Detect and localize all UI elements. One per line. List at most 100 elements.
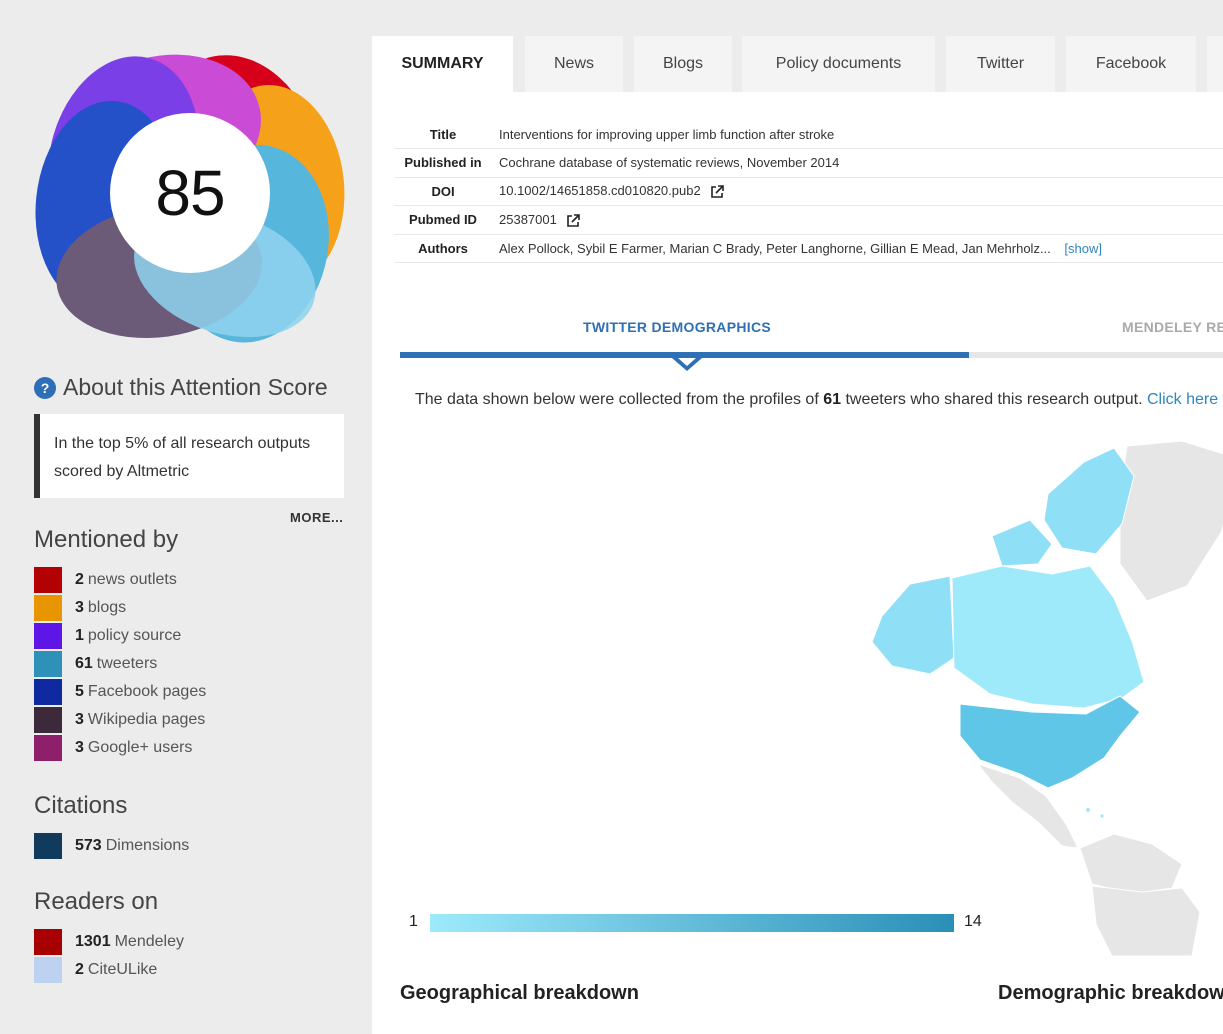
title-label: Title [394, 120, 492, 149]
tab-blogs[interactable]: Blogs [634, 36, 732, 92]
scale-min-label: 1 [409, 913, 418, 930]
show-authors-link[interactable]: [show] [1064, 241, 1102, 256]
count-value: 1301 [75, 933, 111, 950]
readers-list: 1301 Mendeley 2 CiteULike [34, 928, 184, 984]
mentioned-by-heading: Mentioned by [34, 526, 179, 553]
mention-item[interactable]: 5 Facebook pages [34, 678, 206, 706]
color-swatch [34, 679, 62, 705]
description-lead: The data shown below were collected from… [415, 391, 824, 408]
detail-row-pubmed: Pubmed ID 25387001 [394, 205, 1223, 235]
count-value: 3 [75, 739, 84, 756]
doi-link[interactable]: 10.1002/14651858.cd010820.pub2 [499, 183, 701, 198]
color-swatch [34, 623, 62, 649]
tab-twitter[interactable]: Twitter [946, 36, 1055, 92]
item-label: Wikipedia pages [87, 711, 206, 728]
description-rest: tweeters who shared this research output… [841, 391, 1147, 408]
color-swatch [34, 957, 62, 983]
tab-twitter-demographics[interactable]: TWITTER DEMOGRAPHICS [583, 319, 771, 335]
more-link[interactable]: MORE... [290, 510, 343, 525]
map-color-scale [430, 914, 954, 932]
pubmed-link[interactable]: 25387001 [499, 212, 557, 227]
published-value: Cochrane database of systematic reviews,… [492, 148, 1223, 178]
authors-label: Authors [394, 234, 492, 263]
citation-item[interactable]: 573 Dimensions [34, 832, 189, 860]
tab-mendeley-readers[interactable]: MENDELEY READERS [1122, 319, 1223, 335]
map-country-northern-south-america[interactable] [1079, 833, 1183, 895]
color-swatch [34, 707, 62, 733]
demographic-breakdown-heading: Demographic breakdown [998, 982, 1223, 1004]
detail-row-authors: Authors Alex Pollock, Sybil E Farmer, Ma… [394, 234, 1223, 263]
about-score-link[interactable]: ? About this Attention Score [34, 374, 328, 401]
count-value: 3 [75, 599, 84, 616]
color-swatch [34, 567, 62, 593]
tab-policy-documents[interactable]: Policy documents [742, 36, 935, 92]
demographics-description: The data shown below were collected from… [415, 391, 1223, 409]
source-tabs: SUMMARY News Blogs Policy documents Twit… [372, 36, 1223, 92]
tab-news[interactable]: News [525, 36, 623, 92]
mention-item[interactable]: 3 Google+ users [34, 734, 206, 762]
map-country-alaska[interactable] [871, 575, 955, 675]
scale-max-label: 14 [964, 913, 982, 930]
map-country-canada-arctic-west[interactable] [991, 519, 1053, 567]
tab-summary[interactable]: SUMMARY [372, 36, 513, 92]
item-label: Dimensions [105, 837, 190, 854]
external-link-icon[interactable] [710, 185, 725, 199]
published-label: Published in [394, 148, 492, 178]
item-label: Google+ users [87, 739, 193, 756]
score-rank-box: In the top 5% of all research outputs sc… [34, 414, 344, 498]
caret-down-icon [672, 358, 702, 371]
about-score-label: About this Attention Score [63, 374, 328, 400]
count-value: 573 [75, 837, 102, 854]
article-details: Title Interventions for improving upper … [394, 120, 1223, 263]
reader-item[interactable]: 2 CiteULike [34, 956, 184, 984]
doi-label: DOI [394, 177, 492, 206]
readers-heading: Readers on [34, 888, 159, 915]
mention-item[interactable]: 61 tweeters [34, 650, 206, 678]
reader-item[interactable]: 1301 Mendeley [34, 928, 184, 956]
mention-item[interactable]: 1 policy source [34, 622, 206, 650]
mention-item[interactable]: 3 blogs [34, 594, 206, 622]
count-value: 61 [75, 655, 93, 672]
more-info-link[interactable]: Click here to find out more about how th… [1147, 391, 1223, 408]
item-label: news outlets [87, 571, 177, 588]
tab-overflow[interactable] [1207, 36, 1223, 92]
count-value: 3 [75, 711, 84, 728]
tab-facebook[interactable]: Facebook [1066, 36, 1196, 92]
map-country-brazil[interactable] [1091, 885, 1201, 956]
tweeter-count: 61 [823, 391, 842, 408]
mention-item[interactable]: 2 news outlets [34, 566, 206, 594]
detail-row-doi: DOI 10.1002/14651858.cd010820.pub2 [394, 177, 1223, 206]
color-swatch [34, 595, 62, 621]
geographical-breakdown-heading: Geographical breakdown [400, 982, 639, 1004]
count-value: 2 [75, 961, 84, 978]
map-country-canada[interactable] [951, 565, 1145, 709]
attention-score: 85 [110, 113, 270, 273]
color-swatch [34, 735, 62, 761]
mentioned-by-list: 2 news outlets 3 blogs 1 policy source 61 tweet… [34, 566, 206, 762]
count-value: 5 [75, 683, 84, 700]
color-swatch [34, 651, 62, 677]
main-panel: SUMMARY News Blogs Policy documents Twit… [372, 36, 1223, 1034]
count-value: 2 [75, 571, 84, 588]
title-value: Interventions for improving upper limb f… [492, 120, 1223, 149]
item-label: policy source [87, 627, 182, 644]
detail-row-title: Title Interventions for improving upper … [394, 120, 1223, 149]
item-label: tweeters [96, 655, 158, 672]
attention-sidebar: 85 ? About this Attention Score In the t… [0, 0, 372, 1034]
question-icon: ? [34, 376, 56, 399]
citations-heading: Citations [34, 792, 128, 819]
pubmed-label: Pubmed ID [394, 205, 492, 235]
mention-item[interactable]: 3 Wikipedia pages [34, 706, 206, 734]
authors-value: Alex Pollock, Sybil E Farmer, Marian C B… [499, 240, 1051, 256]
item-label: Mendeley [114, 933, 184, 950]
item-label: blogs [87, 599, 127, 616]
item-label: Facebook pages [87, 683, 207, 700]
color-swatch [34, 929, 62, 955]
geographic-map[interactable] [852, 436, 1223, 956]
citations-list: 573 Dimensions [34, 832, 189, 860]
count-value: 1 [75, 627, 84, 644]
color-swatch [34, 833, 62, 859]
external-link-icon[interactable] [566, 213, 581, 228]
detail-row-published: Published in Cochrane database of system… [394, 148, 1223, 178]
map-country-greenland[interactable] [1119, 440, 1223, 602]
